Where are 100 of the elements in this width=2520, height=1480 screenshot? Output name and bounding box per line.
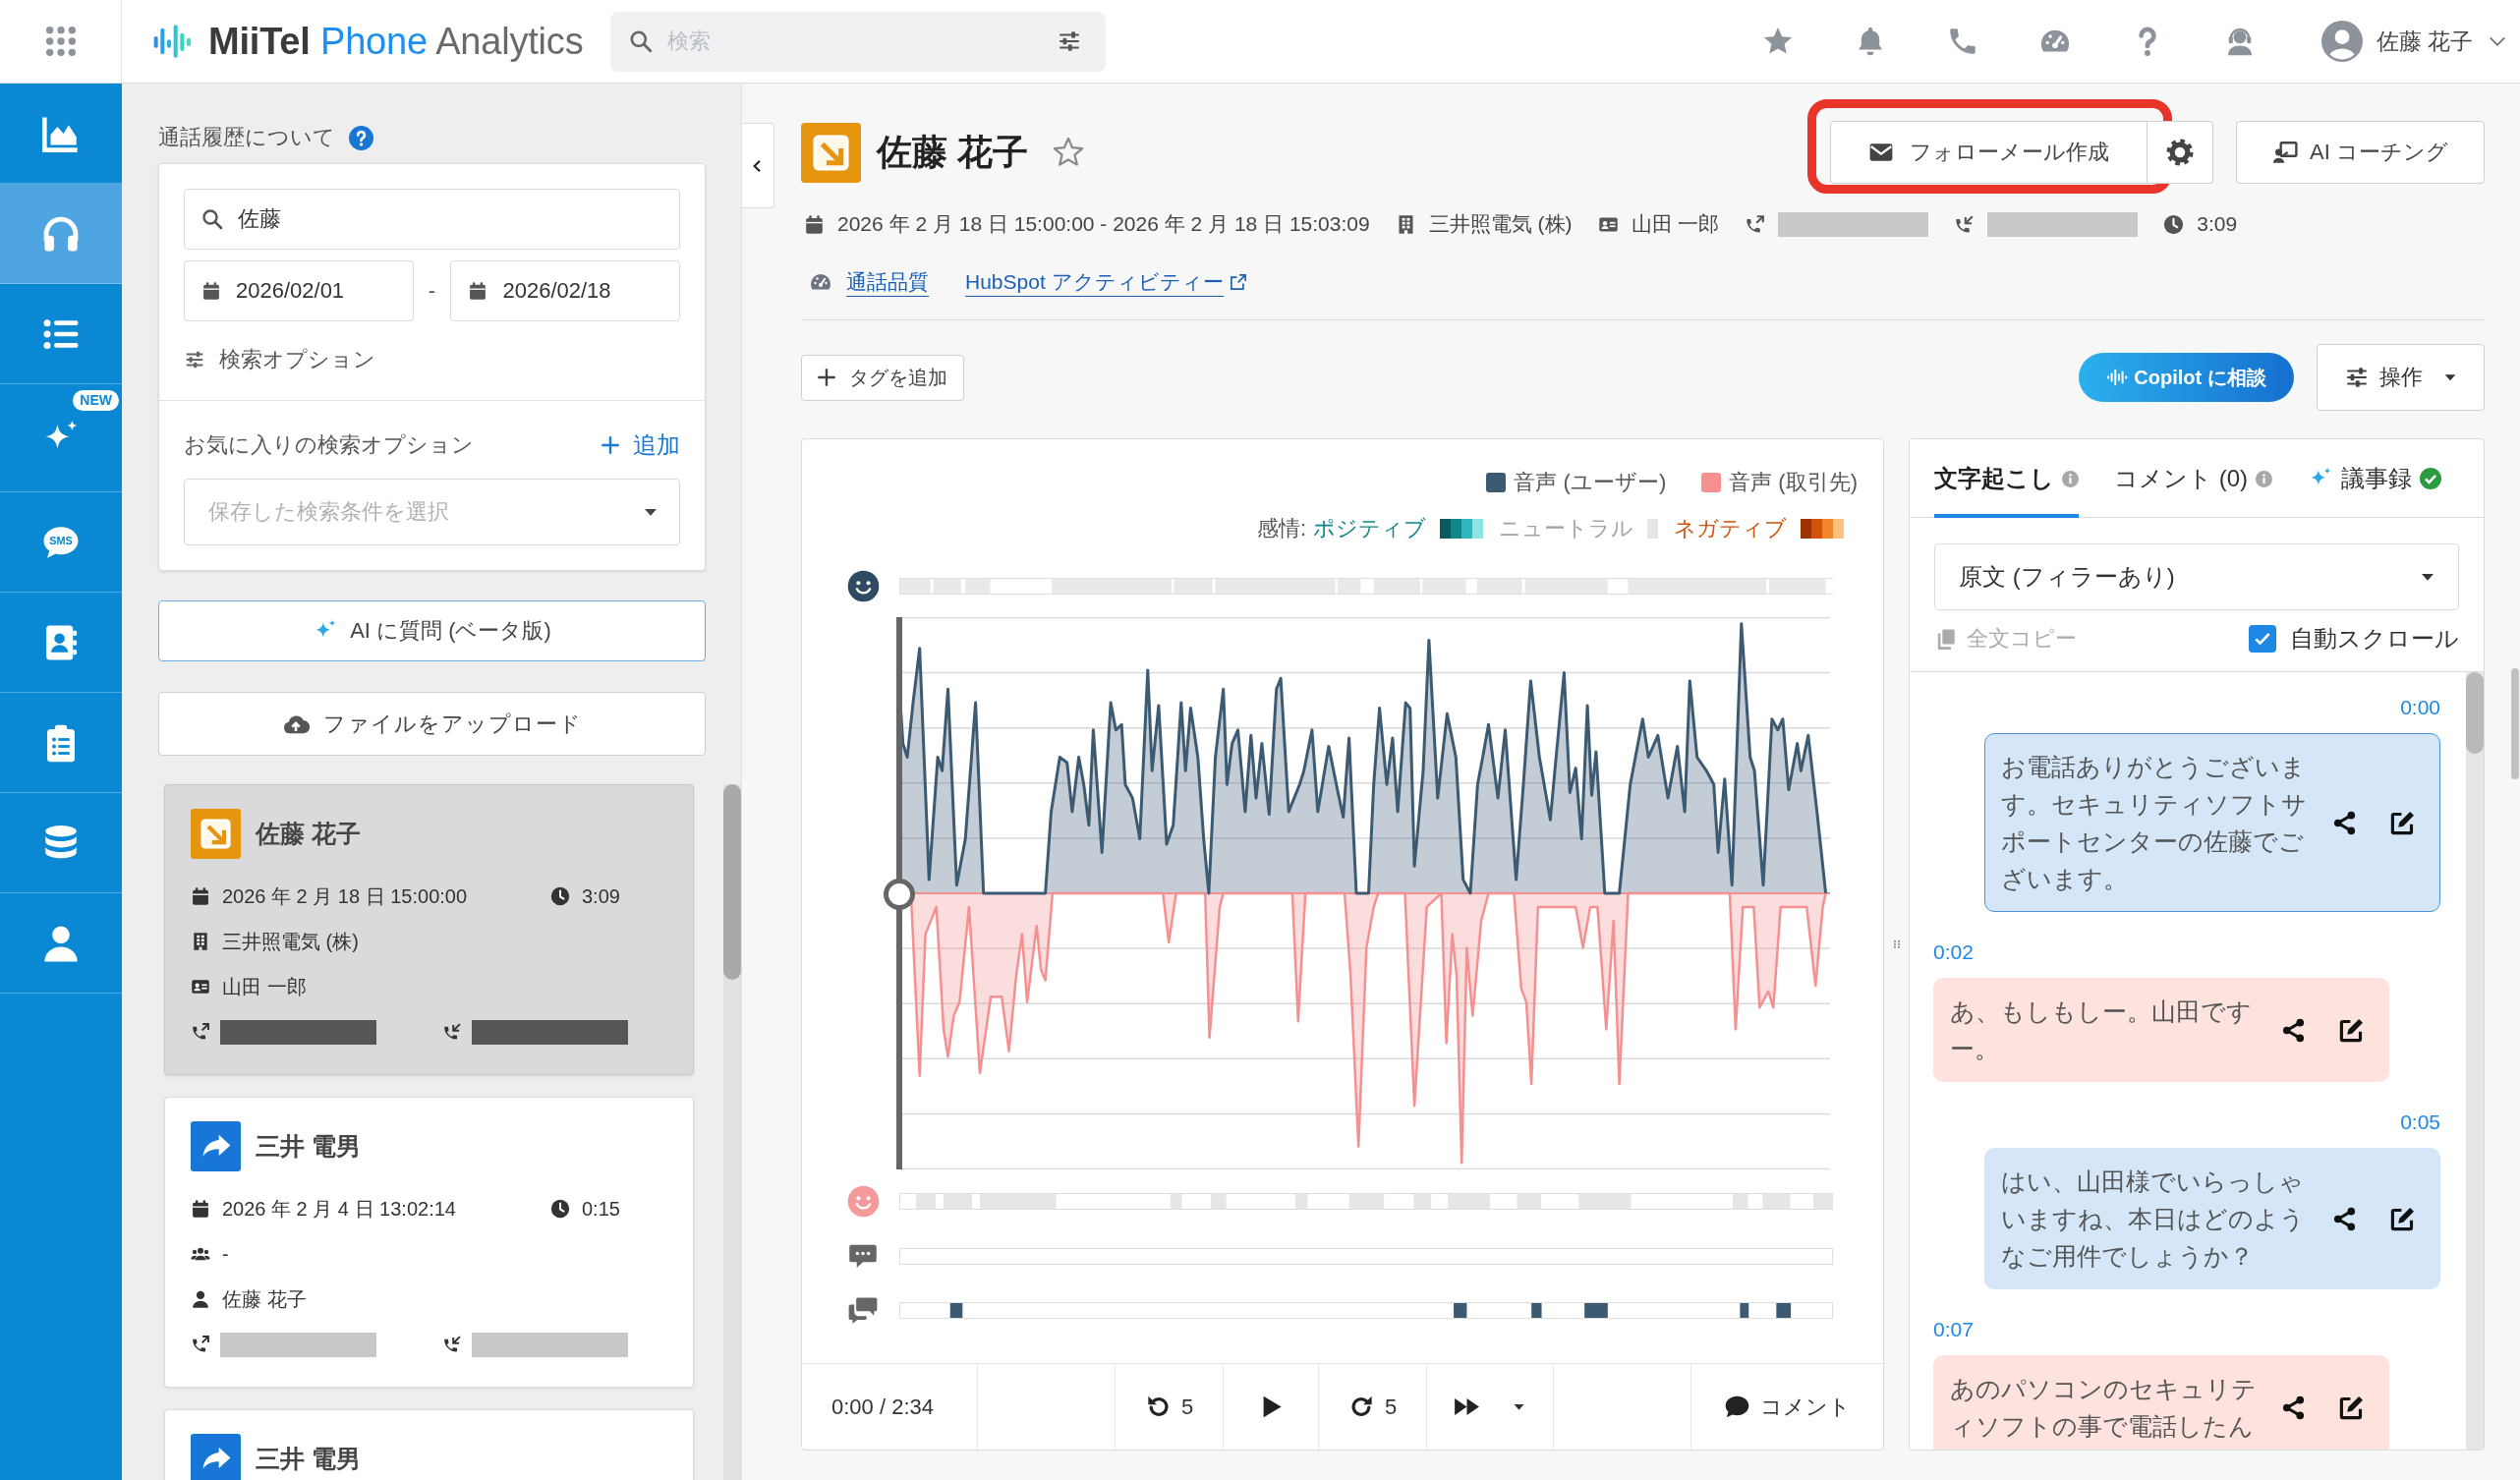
call-detail: 佐藤 花子 bbox=[222, 1286, 307, 1312]
share-icon[interactable] bbox=[2280, 1016, 2307, 1044]
panel-tab[interactable]: 文字起こし bbox=[1934, 439, 2079, 518]
scrollbar-thumb[interactable] bbox=[2466, 672, 2484, 754]
external-activity-link[interactable]: HubSpot アクティビティー bbox=[965, 267, 1247, 297]
panel-tab[interactable]: 議事録 bbox=[2308, 439, 2441, 518]
auto-scroll-checkbox[interactable] bbox=[2249, 625, 2276, 653]
app-grid-icon[interactable] bbox=[43, 25, 78, 58]
call-card[interactable]: 佐藤 花子 2026 年 2 月 18 日 15:00:00 3:09 三井照電気 (株) 山田 一郎 bbox=[164, 784, 694, 1075]
call-quality-link[interactable]: 通話品質 bbox=[846, 267, 929, 297]
panel-title: 通話履歴について bbox=[158, 124, 335, 151]
forwarded-call-tile-icon bbox=[191, 1121, 241, 1171]
date-separator: - bbox=[427, 278, 437, 304]
edit-icon[interactable] bbox=[2389, 1205, 2416, 1232]
sentiment-legend-label: ニュートラル bbox=[1499, 515, 1633, 542]
scrollbar-thumb[interactable] bbox=[2511, 668, 2519, 779]
edit-icon[interactable] bbox=[2338, 1394, 2365, 1421]
calendar-icon bbox=[468, 281, 488, 301]
incoming-call-icon bbox=[442, 1022, 462, 1042]
coaching-screen-icon bbox=[2272, 140, 2299, 165]
comment-button[interactable]: コメント bbox=[1720, 1388, 1855, 1426]
logo-wordmark: MiiTel Phone Analytics bbox=[208, 20, 584, 63]
settings-button[interactable] bbox=[2148, 121, 2213, 184]
date-input[interactable]: 2026/02/01 bbox=[184, 260, 414, 321]
ask-ai-button[interactable]: AI に質問 (ベータ版) bbox=[158, 600, 706, 661]
help-icon[interactable] bbox=[349, 125, 373, 150]
smiley-face-icon bbox=[846, 569, 880, 602]
timestamp[interactable]: 0:07 bbox=[1933, 1316, 1974, 1343]
transcript-text: はい、山田様でいらっしゃいますね、本日はどのようなご用件でしょうか？ bbox=[2001, 1167, 2306, 1272]
info-icon bbox=[2256, 470, 2272, 487]
scrollbar-track[interactable] bbox=[723, 784, 741, 1480]
caller-name: 三井 電男 bbox=[256, 1131, 361, 1162]
copilot-button[interactable]: Copilot に相談 bbox=[2079, 353, 2294, 402]
add-tag-button[interactable]: タグを追加 bbox=[801, 354, 964, 401]
upload-button[interactable]: ファイルをアップロード bbox=[158, 692, 706, 756]
plus-icon bbox=[600, 434, 621, 456]
timestamp[interactable]: 0:02 bbox=[1933, 939, 1974, 966]
action-button[interactable]: AI コーチング bbox=[2236, 121, 2485, 184]
add-saved-search-link[interactable]: 追加 bbox=[600, 429, 680, 461]
scrollbar-thumb[interactable] bbox=[723, 784, 741, 980]
nav-item[interactable] bbox=[0, 184, 122, 284]
legend-label: 音声 (取引先) bbox=[1729, 469, 1858, 496]
avatar-icon[interactable] bbox=[2320, 21, 2363, 62]
incoming-call-tile-icon bbox=[801, 122, 861, 183]
call-detail: 三井照電気 (株) bbox=[222, 929, 359, 954]
sentiment-legend-label: ポジティブ bbox=[1313, 515, 1426, 542]
share-icon[interactable] bbox=[2331, 1205, 2358, 1232]
id-card-icon bbox=[191, 977, 210, 996]
incoming-call-tile-icon bbox=[191, 809, 241, 859]
new-badge: NEW bbox=[73, 390, 119, 411]
speech-bubble-icon bbox=[1724, 1394, 1750, 1420]
call-card[interactable]: 三井 電男 bbox=[164, 1409, 694, 1480]
date-input[interactable]: 2026/02/18 bbox=[450, 260, 680, 321]
scrollbar-track[interactable] bbox=[2466, 672, 2484, 1450]
call-meta-text: 2026 年 2 月 18 日 15:00:00 - 2026 年 2 月 18 日 15:03:09 bbox=[837, 211, 1370, 237]
sentiment-scale-swatch-icon bbox=[1647, 519, 1658, 539]
outgoing-call-icon bbox=[191, 1335, 210, 1354]
outgoing-call-icon bbox=[1745, 213, 1766, 235]
clock-icon bbox=[550, 1199, 570, 1219]
share-icon[interactable] bbox=[2280, 1394, 2307, 1421]
edit-icon[interactable] bbox=[2389, 809, 2416, 836]
settings-icon bbox=[2165, 138, 2195, 167]
sentiment-scale-swatch-icon bbox=[1801, 519, 1844, 539]
call-meta-text: 三井照電気 (株) bbox=[1428, 211, 1573, 237]
rewind-button[interactable]: 5 bbox=[1140, 1390, 1198, 1424]
search-options-link[interactable]: 検索オプション bbox=[184, 341, 375, 378]
call-duration: 0:15 bbox=[582, 1197, 620, 1221]
sliders-icon bbox=[184, 349, 205, 370]
call-duration: 3:09 bbox=[582, 884, 620, 908]
forward-button[interactable]: 5 bbox=[1344, 1390, 1402, 1424]
action-button[interactable]: フォローメール作成 bbox=[1830, 121, 2148, 184]
call-detail: 山田 一郎 bbox=[222, 974, 307, 999]
operations-menu-button[interactable]: 操作 bbox=[2317, 344, 2485, 411]
transcript-view-select[interactable]: 原文 (フィラーあり) bbox=[1934, 543, 2459, 610]
search-input[interactable]: 佐藤 bbox=[184, 189, 680, 250]
user-icon bbox=[191, 1289, 210, 1309]
share-icon[interactable] bbox=[2331, 809, 2358, 836]
legend-label: 音声 (ユーザー) bbox=[1514, 469, 1667, 496]
check-circle-icon bbox=[2420, 468, 2441, 489]
call-card[interactable]: 三井 電男 2026 年 2 月 4 日 13:02:14 0:15 - 佐藤 花子 bbox=[164, 1097, 694, 1388]
chat-bubbles-icon bbox=[846, 1295, 880, 1325]
copy-icon bbox=[1935, 628, 1957, 650]
caller-name: 三井 電男 bbox=[256, 1444, 361, 1474]
sentiment-legend-label: ネガティブ bbox=[1674, 515, 1787, 542]
external-link-icon bbox=[1229, 273, 1247, 291]
panel-tab[interactable]: コメント (0) bbox=[2114, 439, 2272, 518]
timestamp[interactable]: 0:05 bbox=[2400, 1109, 2440, 1136]
building-icon bbox=[191, 932, 210, 951]
user-name[interactable]: 佐藤 花子 bbox=[2376, 26, 2473, 57]
forwarded-call-tile-icon bbox=[191, 1434, 241, 1480]
timestamp[interactable]: 0:00 bbox=[2400, 694, 2440, 721]
caller-name: 佐藤 花子 bbox=[256, 819, 361, 849]
plus-icon bbox=[816, 367, 837, 388]
call-meta-text: 3:09 bbox=[2197, 212, 2238, 236]
calendar-icon bbox=[804, 213, 825, 235]
calendar-icon bbox=[191, 1199, 210, 1219]
transcript-text: お電話ありがとうございます。セキュリティソフトサポートセンターの佐藤でございます。 bbox=[2001, 752, 2308, 894]
calendar-icon bbox=[191, 886, 210, 906]
edit-icon[interactable] bbox=[2338, 1016, 2365, 1044]
star-icon[interactable] bbox=[1052, 136, 1085, 169]
